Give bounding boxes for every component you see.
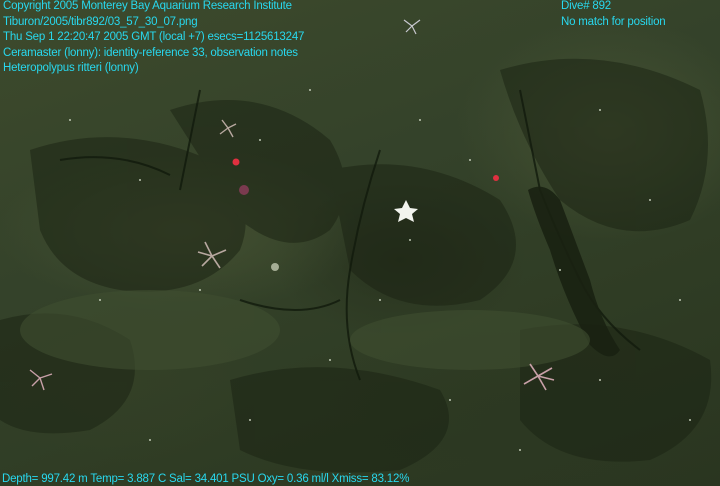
seafloor-photo: Copyright 2005 Monterey Bay Aquarium Res… — [0, 0, 720, 486]
overlay-copyright: Copyright 2005 Monterey Bay Aquarium Res… — [3, 0, 292, 12]
overlay-timestamp: Thu Sep 1 22:20:47 2005 GMT (local +7) e… — [3, 31, 305, 43]
overlay-position-status: No match for position — [561, 15, 666, 28]
rock-shadows — [0, 58, 712, 473]
red-laser-dot — [493, 175, 499, 181]
overlay-filename: Tiburon/2005/tibr892/03_57_30_07.png — [3, 15, 198, 28]
overlay-top-right: Dive# 892 No match for position — [561, 0, 666, 30]
overlay-sensor-readout: Depth= 997.42 m Temp= 3.887 C Sal= 34.40… — [2, 473, 410, 485]
pink-organism — [239, 185, 249, 195]
sediment-flats — [20, 290, 590, 370]
overlay-annotation-1: Ceramaster (lonny): identity-reference 3… — [3, 46, 298, 59]
red-laser-dot — [232, 158, 240, 166]
pale-organism — [271, 263, 279, 271]
brittle-star-top-center — [403, 19, 421, 35]
overlay-top-left: Copyright 2005 Monterey Bay Aquarium Res… — [3, 0, 304, 77]
overlay-annotation-2: Heteropolypus ritteri (lonny) — [3, 62, 139, 74]
overlay-dive-number: Dive# 892 — [561, 0, 611, 12]
